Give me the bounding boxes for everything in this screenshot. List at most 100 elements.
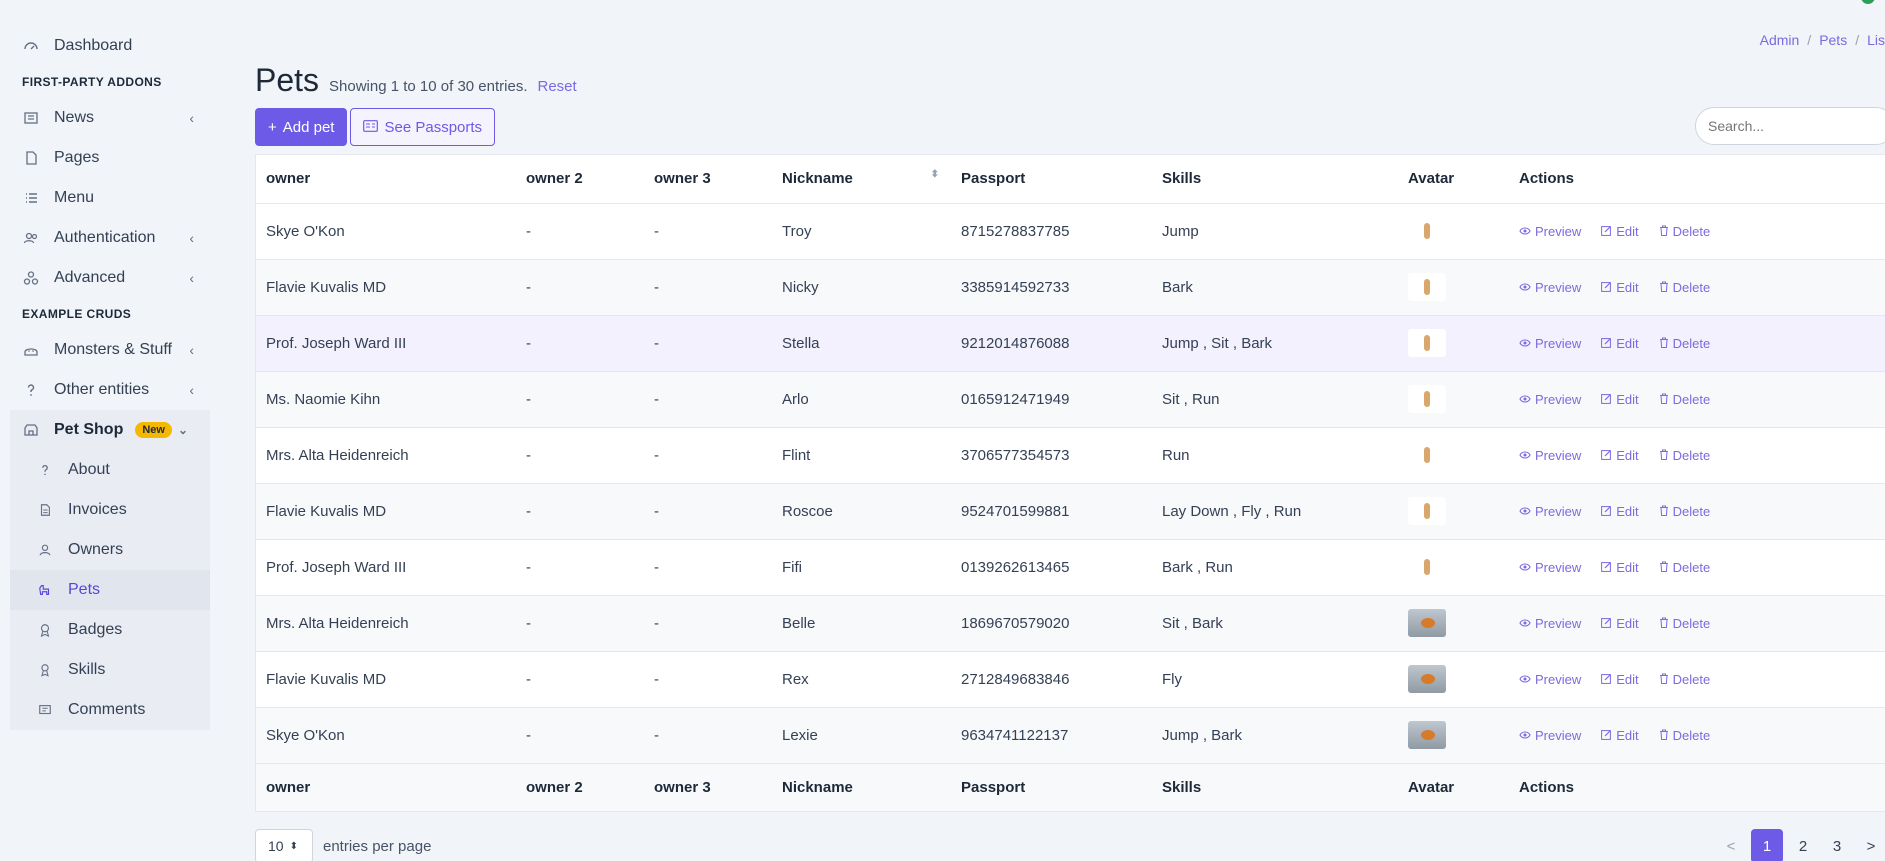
- pagination-prev[interactable]: <: [1717, 829, 1745, 861]
- cell-skills: Sit , Bark: [1152, 595, 1398, 652]
- see-passports-button[interactable]: See Passports: [350, 108, 496, 146]
- delete-button[interactable]: Delete: [1659, 280, 1710, 295]
- bird-avatar-image[interactable]: [1408, 721, 1446, 749]
- trash-icon: [1659, 504, 1669, 519]
- rabbit-avatar-image[interactable]: [1408, 385, 1446, 413]
- edit-icon: [1601, 280, 1612, 295]
- cell-actions: Preview Edit Delete: [1509, 483, 1885, 540]
- cell-skills: Jump , Sit , Bark: [1152, 315, 1398, 372]
- delete-button[interactable]: Delete: [1659, 728, 1710, 743]
- preview-button[interactable]: Preview: [1519, 392, 1581, 407]
- column-header-owner-2[interactable]: owner 2: [516, 155, 644, 204]
- table-row: Skye O'Kon - - Lexie 9634741122137 Jump …: [256, 707, 1885, 764]
- pagination-page-3[interactable]: 3: [1823, 829, 1851, 861]
- pagination-page-1[interactable]: 1: [1751, 829, 1783, 861]
- pagination-next[interactable]: >: [1857, 829, 1885, 861]
- user-avatar[interactable]: [1861, 0, 1875, 4]
- edit-button[interactable]: Edit: [1601, 672, 1639, 687]
- sidebar-item-owners[interactable]: Owners: [10, 530, 210, 570]
- edit-button[interactable]: Edit: [1601, 560, 1639, 575]
- cell-owner-3: -: [644, 427, 772, 484]
- column-header-nickname[interactable]: Nickname ⬍: [772, 155, 951, 204]
- medal-icon: [36, 661, 54, 679]
- cell-passport: 3706577354573: [951, 427, 1152, 484]
- delete-button[interactable]: Delete: [1659, 504, 1710, 519]
- preview-button[interactable]: Preview: [1519, 280, 1581, 295]
- sidebar-item-authentication[interactable]: Authentication ‹: [0, 218, 218, 258]
- reset-link[interactable]: Reset: [538, 78, 577, 95]
- preview-button[interactable]: Preview: [1519, 336, 1581, 351]
- page-size-control: 10 ⬍ entries per page: [255, 829, 431, 861]
- breadcrumb-pets[interactable]: Pets: [1819, 32, 1847, 48]
- edit-button[interactable]: Edit: [1601, 392, 1639, 407]
- sidebar-item-skills[interactable]: Skills: [10, 650, 210, 690]
- edit-button[interactable]: Edit: [1601, 448, 1639, 463]
- sidebar-item-comments[interactable]: Comments: [10, 690, 210, 730]
- sidebar-item-news[interactable]: News ‹: [0, 98, 218, 138]
- delete-button[interactable]: Delete: [1659, 447, 1711, 463]
- cell-avatar: [1398, 427, 1509, 484]
- cell-nickname: Stella: [772, 315, 951, 372]
- sidebar-item-pages[interactable]: Pages: [0, 138, 218, 178]
- cell-owner-2: -: [516, 483, 644, 540]
- preview-button[interactable]: Preview: [1519, 672, 1581, 687]
- bird-avatar-image[interactable]: [1408, 609, 1446, 637]
- sidebar-item-about[interactable]: About: [10, 450, 210, 490]
- column-header-skills[interactable]: Skills: [1152, 155, 1398, 204]
- rabbit-avatar-image[interactable]: [1408, 441, 1446, 469]
- add-pet-button[interactable]: + Add pet: [255, 108, 348, 146]
- cell-nickname: Roscoe: [772, 483, 951, 540]
- edit-button[interactable]: Edit: [1601, 280, 1639, 295]
- cell-owner-3: -: [644, 259, 772, 316]
- preview-button[interactable]: Preview: [1519, 616, 1581, 631]
- preview-label: Preview: [1535, 503, 1582, 519]
- trash-icon: [1659, 728, 1669, 743]
- monster-icon: [22, 341, 40, 359]
- sidebar-item-pets[interactable]: Pets: [10, 570, 210, 610]
- sidebar-item-pet-shop[interactable]: Pet Shop New ⌄: [10, 410, 210, 450]
- delete-button[interactable]: Delete: [1659, 336, 1710, 351]
- pagination-page-2[interactable]: 2: [1789, 829, 1817, 861]
- sidebar-item-dashboard[interactable]: Dashboard: [0, 26, 218, 66]
- edit-button[interactable]: Edit: [1601, 224, 1639, 239]
- sidebar-item-invoices[interactable]: Invoices: [10, 490, 210, 530]
- trash-icon: [1659, 392, 1669, 407]
- edit-button[interactable]: Edit: [1601, 336, 1639, 351]
- newspaper-icon: [22, 109, 40, 127]
- sidebar-item-label: Menu: [54, 189, 95, 206]
- preview-button[interactable]: Preview: [1519, 448, 1581, 463]
- sidebar-item-monsters[interactable]: Monsters & Stuff ‹: [0, 330, 218, 370]
- sidebar-item-badges[interactable]: Badges: [10, 610, 210, 650]
- delete-button[interactable]: Delete: [1659, 560, 1710, 575]
- column-header-passport[interactable]: Passport: [951, 155, 1152, 204]
- rabbit-avatar-image[interactable]: [1408, 553, 1446, 581]
- preview-button[interactable]: Preview: [1519, 504, 1581, 519]
- delete-button[interactable]: Delete: [1659, 616, 1710, 631]
- sidebar-item-other-entities[interactable]: Other entities ‹: [0, 370, 218, 410]
- column-header-owner[interactable]: owner: [256, 155, 516, 204]
- sidebar-item-label: Monsters & Stuff: [54, 341, 172, 358]
- column-header-owner-3[interactable]: owner 3: [644, 155, 772, 204]
- breadcrumb-admin[interactable]: Admin: [1760, 32, 1800, 48]
- search-input[interactable]: [1695, 107, 1885, 145]
- bird-avatar-image[interactable]: [1408, 665, 1446, 693]
- rabbit-avatar-image[interactable]: [1408, 217, 1446, 245]
- edit-button[interactable]: Edit: [1601, 728, 1639, 743]
- edit-button[interactable]: Edit: [1601, 616, 1639, 631]
- preview-button[interactable]: Preview: [1519, 728, 1581, 743]
- sort-icon[interactable]: ⬍: [931, 170, 939, 180]
- delete-button[interactable]: Delete: [1659, 224, 1710, 239]
- preview-button[interactable]: Preview: [1519, 224, 1581, 239]
- preview-button[interactable]: Preview: [1519, 560, 1581, 575]
- delete-label: Delete: [1672, 447, 1711, 463]
- rabbit-avatar-image[interactable]: [1408, 497, 1446, 525]
- sidebar-item-label: Other entities: [54, 381, 150, 398]
- rabbit-avatar-image[interactable]: [1408, 329, 1446, 357]
- per-page-select[interactable]: 10 ⬍: [255, 829, 313, 861]
- edit-button[interactable]: Edit: [1601, 504, 1639, 519]
- sidebar-item-advanced[interactable]: Advanced ‹: [0, 258, 218, 298]
- delete-button[interactable]: Delete: [1659, 392, 1710, 407]
- delete-button[interactable]: Delete: [1659, 672, 1710, 687]
- rabbit-avatar-image[interactable]: [1408, 273, 1446, 301]
- sidebar-item-menu[interactable]: Menu: [0, 178, 218, 218]
